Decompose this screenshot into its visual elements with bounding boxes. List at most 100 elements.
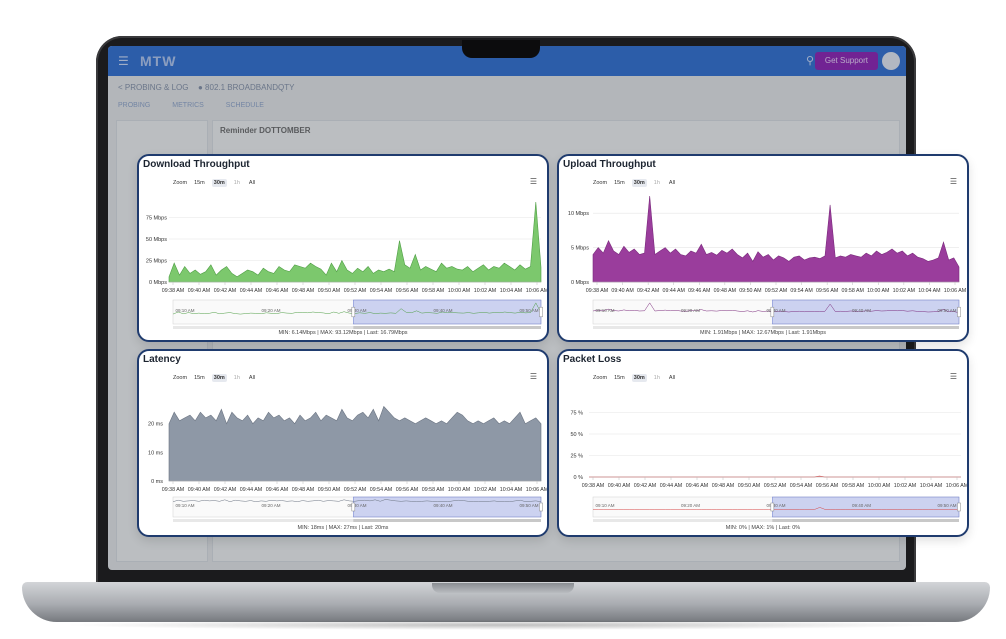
x-tick-label: 09:56 AM xyxy=(396,288,418,294)
x-tick-label: 10:00 AM xyxy=(448,288,470,294)
y-tick-label: 10 ms xyxy=(148,450,163,456)
y-tick-label: 0 ms xyxy=(151,479,163,485)
x-tick-label: 10:02 AM xyxy=(893,288,915,294)
navigator-tick-label: 09:50 AM xyxy=(519,308,538,313)
x-tick-label: 09:48 AM xyxy=(712,483,734,489)
navigator-tick-label: 09:20 AM xyxy=(681,503,700,508)
y-tick-label: 50 % xyxy=(570,432,583,438)
navigator-handle-right xyxy=(957,306,961,318)
x-tick-label: 10:00 AM xyxy=(868,483,890,489)
y-tick-label: 25 % xyxy=(570,454,583,460)
x-tick-label: 09:54 AM xyxy=(370,288,392,294)
series-area xyxy=(168,405,542,482)
x-tick-label: 09:56 AM xyxy=(396,487,418,493)
navigator-handle-right xyxy=(539,306,543,318)
x-tick-label: 09:46 AM xyxy=(686,483,708,489)
packet-loss-card: Packet Loss Zoom 15m 30m 1h All ☰ 75 % 50… xyxy=(557,349,969,537)
x-tick-label: 09:52 AM xyxy=(764,483,786,489)
x-tick-label: 09:40 AM xyxy=(608,483,630,489)
x-tick-label: 09:56 AM xyxy=(816,288,838,294)
x-tick-label: 10:04 AM xyxy=(918,288,940,294)
chart-svg: 75 Mbps 50 Mbps 25 Mbps 0 Mbps 09:38 AM 09:40… xyxy=(146,201,547,329)
series-area xyxy=(592,195,960,283)
x-tick-label: 09:40 AM xyxy=(188,288,210,294)
x-tick-label: 09:58 AM xyxy=(842,483,864,489)
chart-svg: 10 Mbps5 Mbps0 Mbps09:38 AM 09:40 AM 09:42… xyxy=(568,195,966,329)
navigator-tick-label: 09:10 AM xyxy=(175,503,194,508)
x-tick-label: 09:58 AM xyxy=(422,487,444,493)
x-tick-label: 09:44 AM xyxy=(240,288,262,294)
x-tick-label: 09:44 AM xyxy=(663,288,685,294)
x-tick-label: 09:54 AM xyxy=(790,483,812,489)
laptop-shadow xyxy=(60,620,946,630)
navigator-scrollbar-thumb xyxy=(772,326,959,329)
x-tick-label: 10:02 AM xyxy=(474,288,496,294)
x-tick-label: 09:38 AM xyxy=(586,288,608,294)
y-tick-label: 75 % xyxy=(570,411,583,417)
x-tick-label: 10:06 AM xyxy=(946,483,967,489)
y-tick-label: 10 Mbps xyxy=(568,211,589,217)
navigator-tick-label: 09:40 AM xyxy=(852,503,871,508)
navigator-tick-label: 09:50 AM xyxy=(937,503,956,508)
x-tick-label: 09:52 AM xyxy=(344,288,366,294)
laptop-base-notch xyxy=(432,583,574,593)
x-tick-label: 09:52 AM xyxy=(344,487,366,493)
x-tick-label: 09:44 AM xyxy=(240,487,262,493)
x-tick-label: 10:06 AM xyxy=(944,288,966,294)
navigator-tick-label: 09:20 AM xyxy=(681,308,700,313)
x-tick-label: 09:58 AM xyxy=(842,288,864,294)
y-tick-label: 0 Mbps xyxy=(149,280,167,286)
navigator-tick-label: 09:20 AM xyxy=(261,308,280,313)
chart-stats: MIN: 0% | MAX: 1% | Last: 0% xyxy=(725,525,801,531)
x-tick-label: 09:40 AM xyxy=(611,288,633,294)
navigator-handle-left xyxy=(351,306,356,318)
x-tick-label: 10:06 AM xyxy=(526,288,547,294)
y-tick-label: 75 Mbps xyxy=(146,216,167,222)
latency-card: Latency Zoom 15m 30m 1h All ☰ 20 ms 10 ms… xyxy=(137,349,549,537)
x-tick-label: 09:38 AM xyxy=(162,487,184,493)
download-throughput-card: Download Throughput Zoom 15m 30m 1h All … xyxy=(137,154,549,342)
upload-throughput-card: Upload Throughput Zoom 15m 30m 1h All ☰ … xyxy=(557,154,969,342)
x-tick-label: 10:04 AM xyxy=(500,487,522,493)
x-tick-label: 10:04 AM xyxy=(500,288,522,294)
chart-svg: 75 % 50 % 25 % 0 % 09:38 AM 09:40 AM 09:42 AM 0… xyxy=(570,411,967,522)
x-tick-label: 09:56 AM xyxy=(816,483,838,489)
chart-stats: MIN: 1.91Mbps | MAX: 12.67Mbps | Last: 1… xyxy=(699,330,827,336)
navigator-scrollbar-thumb xyxy=(353,519,541,522)
x-tick-label: 10:06 AM xyxy=(526,487,547,493)
navigator-tick-label: 09:30 AM xyxy=(347,503,366,508)
x-tick-label: 09:38 AM xyxy=(582,483,604,489)
navigator-tick-label: 09:10 AM xyxy=(595,503,614,508)
navigator-tick-label: 09:10 AM xyxy=(175,308,194,313)
x-tick-label: 09:42 AM xyxy=(214,288,236,294)
x-tick-label: 09:50 AM xyxy=(318,487,340,493)
x-tick-label: 09:54 AM xyxy=(370,487,392,493)
navigator-tick-label: 09:30 AM xyxy=(766,503,785,508)
chart-stats: MIN: 6.14Mbps | MAX: 93.12Mbps | Last: 1… xyxy=(278,330,408,336)
navigator-tick-label: 09:30 AM xyxy=(766,308,785,313)
navigator-tick-label: 09:30 AM xyxy=(347,308,366,313)
navigator-tick-label: 09:20 AM xyxy=(261,503,280,508)
x-tick-label: 09:48 AM xyxy=(292,487,314,493)
x-tick-label: 09:48 AM xyxy=(714,288,736,294)
navigator-scrollbar-thumb xyxy=(353,326,541,329)
navigator-handle-left xyxy=(770,502,775,512)
camera-notch xyxy=(462,40,540,58)
x-tick-label: 09:38 AM xyxy=(162,288,184,294)
x-tick-label: 09:50 AM xyxy=(739,288,761,294)
y-tick-label: 0 % xyxy=(574,475,584,481)
x-tick-label: 09:50 AM xyxy=(738,483,760,489)
navigator-handle-left xyxy=(770,306,775,318)
x-tick-label: 09:46 AM xyxy=(688,288,710,294)
y-tick-label: 20 ms xyxy=(148,422,163,428)
x-tick-label: 09:44 AM xyxy=(660,483,682,489)
y-tick-label: 50 Mbps xyxy=(146,237,167,243)
x-tick-label: 10:02 AM xyxy=(474,487,496,493)
chart-stats: MIN: 18ms | MAX: 27ms | Last: 20ms xyxy=(297,525,389,531)
y-tick-label: 5 Mbps xyxy=(571,246,589,252)
navigator-handle-right xyxy=(539,502,543,512)
x-tick-label: 09:54 AM xyxy=(790,288,812,294)
navigator-handle-right xyxy=(957,502,961,512)
navigator-tick-label: 09:40 AM xyxy=(852,308,871,313)
x-tick-label: 09:52 AM xyxy=(765,288,787,294)
